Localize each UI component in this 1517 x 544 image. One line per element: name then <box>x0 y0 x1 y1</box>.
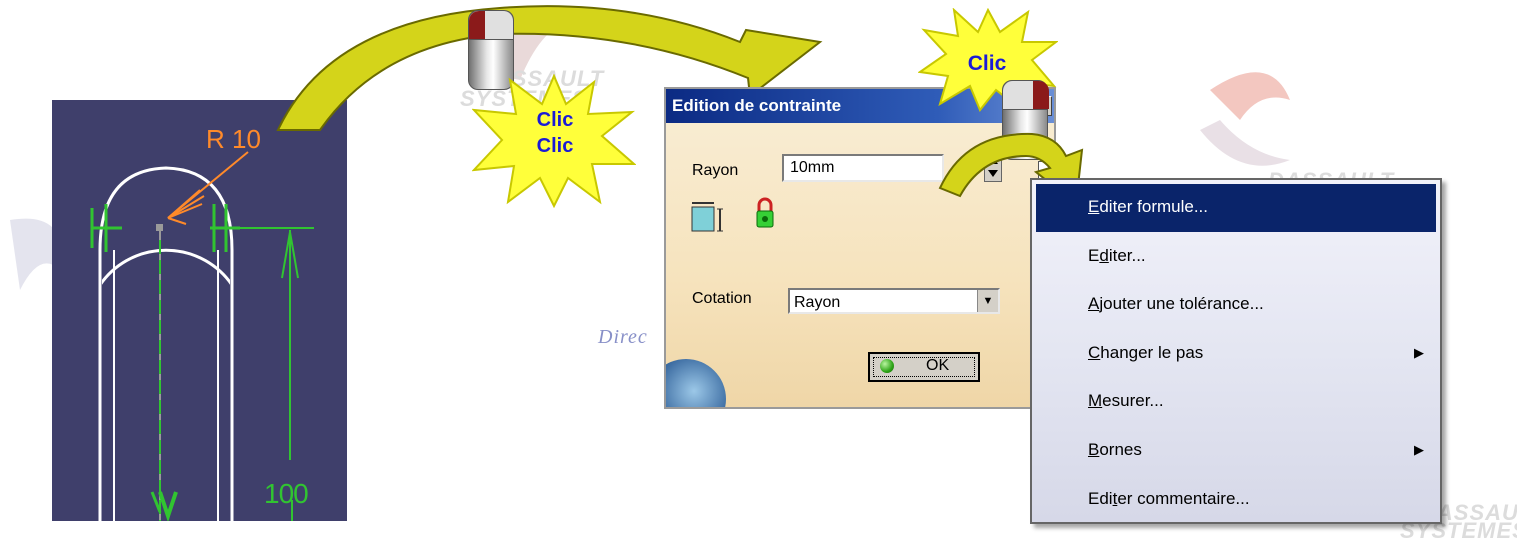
dimension-type-icon[interactable] <box>690 199 723 235</box>
context-menu-item-label: Mesurer... <box>1088 391 1164 411</box>
globe-icon <box>666 359 726 407</box>
sketch-viewport[interactable]: R 10 100 <box>52 100 347 521</box>
context-menu-item[interactable]: Editer formule... <box>1036 184 1436 232</box>
context-menu-item-label: Editer commentaire... <box>1088 488 1250 508</box>
context-menu: Editer formule... Editer... Ajouter une to… <box>1030 178 1442 524</box>
watermark-dire: Direc <box>598 326 648 348</box>
cotation-label: Cotation <box>692 290 752 307</box>
context-menu-item[interactable]: Changer le pas ▶ <box>1036 330 1436 378</box>
rayon-label: Rayon <box>692 162 739 179</box>
context-menu-item-label: Editer... <box>1088 245 1146 265</box>
ok-button[interactable]: OK <box>868 352 980 382</box>
context-menu-item[interactable]: Editer... <box>1036 233 1436 281</box>
length-dimension-label[interactable]: 100 <box>264 478 309 510</box>
context-menu-item-label: Changer le pas <box>1088 342 1204 362</box>
radius-dimension-label[interactable]: R 10 <box>206 124 261 155</box>
callout-burst-double-click: Clic Clic <box>471 73 637 209</box>
context-menu-item[interactable]: Bornes ▶ <box>1036 427 1436 475</box>
context-menu-item[interactable]: Mesurer... <box>1036 378 1436 426</box>
context-menu-item-label: Ajouter une tolérance... <box>1088 294 1264 314</box>
context-menu-item-label: Editer formule... <box>1088 197 1208 216</box>
single-click-text: Clic <box>967 52 1007 75</box>
submenu-arrow-icon: ▶ <box>1414 442 1424 457</box>
double-click-text-1: Clic <box>536 109 574 131</box>
ok-button-label: OK <box>926 357 950 374</box>
context-menu-item[interactable]: Editer commentaire... <box>1036 476 1436 524</box>
lock-icon[interactable] <box>754 197 776 233</box>
context-menu-item-label: Bornes <box>1088 440 1142 459</box>
dialog-title: Edition de contrainte <box>672 96 842 115</box>
submenu-arrow-icon: ▶ <box>1414 344 1424 360</box>
ok-status-icon <box>880 359 894 373</box>
cotation-select-value: Rayon <box>794 294 841 311</box>
rayon-input[interactable]: 10mm <box>782 154 944 182</box>
chevron-down-icon[interactable]: ▼ <box>977 290 998 312</box>
cotation-select[interactable]: Rayon ▼ <box>788 288 1000 314</box>
double-click-text-2: Clic <box>536 135 574 157</box>
context-menu-item[interactable]: Ajouter une tolérance... <box>1036 281 1436 329</box>
